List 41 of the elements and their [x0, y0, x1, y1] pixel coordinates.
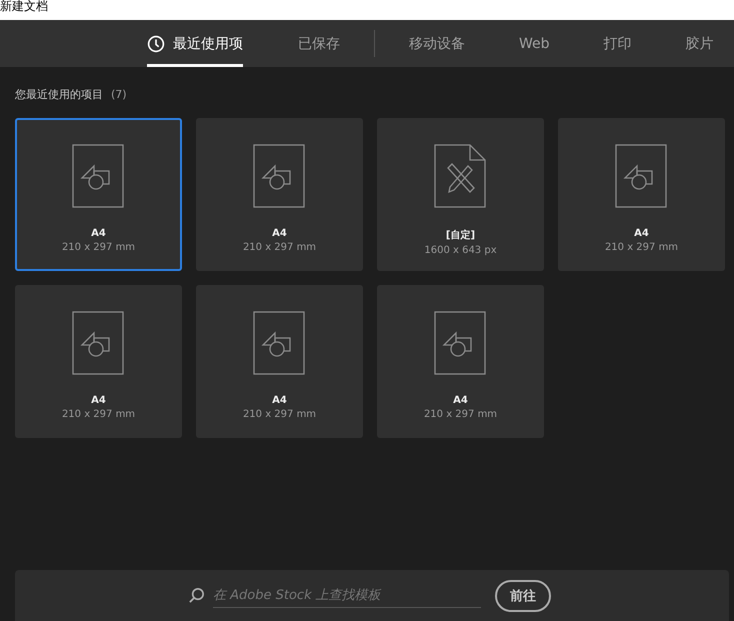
- preset-card[interactable]: A4 210 x 297 mm: [196, 285, 363, 438]
- document-shapes-icon: [252, 311, 306, 375]
- tab[interactable]: 已保存: [271, 20, 367, 67]
- preset-size: 210 x 297 mm: [242, 242, 316, 253]
- search-field[interactable]: 在 Adobe Stock 上查找模板: [213, 584, 481, 608]
- document-ruler-pencil-icon: [434, 144, 488, 208]
- tab[interactable]: 胶片: [658, 20, 734, 67]
- section-title: 您最近使用的项目: [15, 87, 103, 102]
- preset-size: 210 x 297 mm: [242, 409, 316, 420]
- preset-name: A4: [634, 228, 649, 239]
- tab[interactable]: 移动设备: [382, 20, 492, 67]
- preset-card[interactable]: A4 210 x 297 mm: [377, 285, 544, 438]
- preset-name: A4: [453, 395, 468, 406]
- preset-name: [自定]: [446, 228, 476, 242]
- preset-card[interactable]: A4 210 x 297 mm: [15, 118, 182, 271]
- document-shapes-icon: [72, 311, 126, 375]
- document-shapes-icon: [72, 144, 126, 208]
- search-icon: [188, 587, 205, 604]
- item-count: (7): [111, 88, 127, 101]
- preset-size: 210 x 297 mm: [62, 242, 136, 253]
- clock-icon: [147, 34, 165, 52]
- preset-card[interactable]: A4 210 x 297 mm: [558, 118, 725, 271]
- preset-size: 210 x 297 mm: [604, 242, 678, 253]
- preset-card[interactable]: A4 210 x 297 mm: [15, 285, 182, 438]
- tab[interactable]: 最近使用项: [147, 20, 243, 67]
- window-title: 新建文档: [0, 0, 48, 13]
- preset-name: A4: [91, 395, 106, 406]
- document-shapes-icon: [434, 311, 488, 375]
- preset-card[interactable]: [自定] 1600 x 643 px: [377, 118, 544, 271]
- preset-name: A4: [272, 228, 287, 239]
- preset-card[interactable]: A4 210 x 297 mm: [196, 118, 363, 271]
- document-shapes-icon: [614, 144, 668, 208]
- document-shapes-icon: [252, 144, 306, 208]
- preset-size: 210 x 297 mm: [62, 409, 136, 420]
- preset-size: 210 x 297 mm: [424, 409, 498, 420]
- tab[interactable]: 打印: [576, 20, 659, 67]
- preset-name: A4: [91, 228, 106, 239]
- tab[interactable]: Web: [492, 20, 577, 67]
- preset-name: A4: [272, 395, 287, 406]
- preset-size: 1600 x 643 px: [424, 245, 497, 256]
- go-button[interactable]: 前往: [495, 580, 551, 612]
